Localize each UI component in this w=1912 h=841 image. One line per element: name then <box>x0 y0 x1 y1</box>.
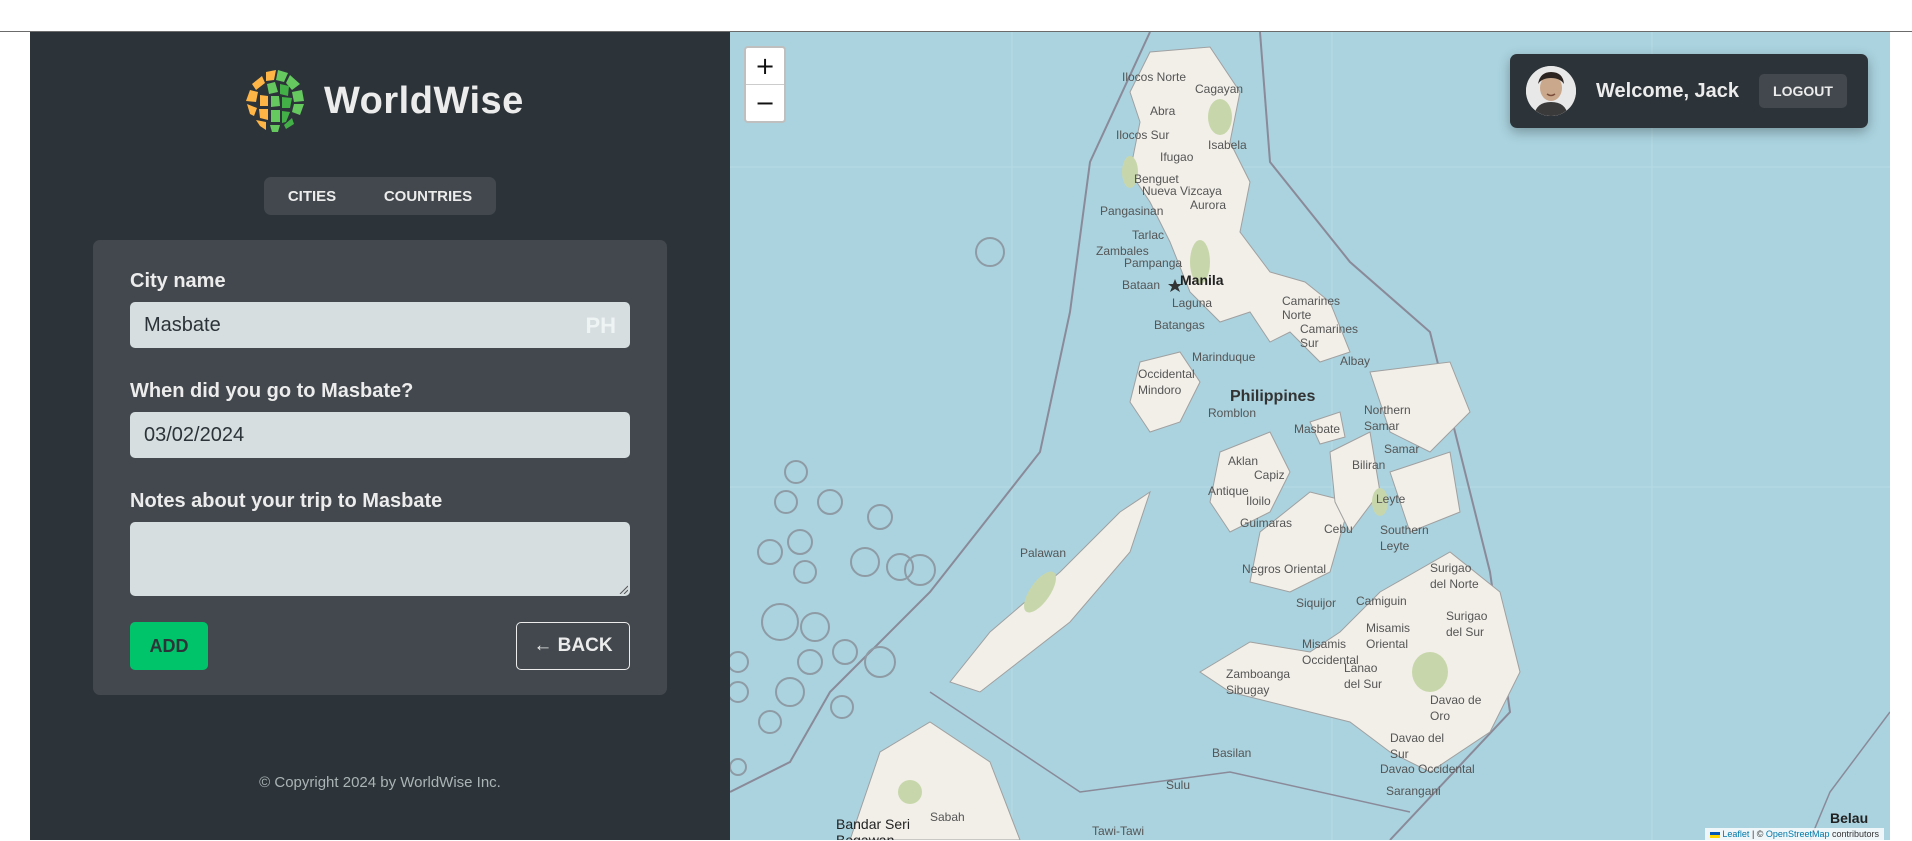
place-label: Albay <box>1340 354 1371 368</box>
notes-textarea[interactable] <box>130 522 630 596</box>
place-label: Surigao del Norte <box>1430 561 1479 591</box>
zoom-control: + − <box>744 46 786 123</box>
place-label-masbate: Masbate <box>1294 422 1341 436</box>
zoom-out-button[interactable]: − <box>746 84 784 121</box>
place-label: Aurora <box>1190 198 1227 212</box>
place-label: Pangasinan <box>1100 204 1164 218</box>
place-label: Southern Leyte <box>1380 523 1429 553</box>
browser-top-edge <box>0 0 1912 32</box>
date-input[interactable]: 03/02/2024 <box>130 412 630 458</box>
place-label: Sarangani <box>1386 784 1441 798</box>
place-label: Lanao del Sur <box>1344 661 1383 691</box>
city-name-input[interactable]: Masbate PH <box>130 302 630 348</box>
nav-cities-link[interactable]: Cities <box>276 180 348 213</box>
place-label: Abra <box>1150 104 1176 118</box>
back-button[interactable]: ← BACK <box>516 622 630 670</box>
place-label: Negros Oriental <box>1242 562 1327 576</box>
map-tiles <box>730 32 1890 840</box>
place-label: Belau <box>1830 810 1869 826</box>
leaflet-flag-icon <box>1709 831 1720 838</box>
avatar-portrait-icon <box>1526 66 1576 116</box>
nav-countries-link[interactable]: Countries <box>372 180 484 213</box>
place-label: Davao de Oro <box>1430 693 1482 723</box>
globe-logo-icon <box>243 69 307 133</box>
date-label: When did you go to Masbate? <box>130 380 414 402</box>
resize-handle-icon[interactable] <box>618 584 628 594</box>
place-label: Marinduque <box>1192 350 1256 364</box>
place-label: Antique <box>1208 484 1249 498</box>
copyright: © Copyright 2024 by WorldWise Inc. <box>259 774 501 791</box>
city-name-label: City name <box>130 270 226 292</box>
date-value: 03/02/2024 <box>144 423 245 446</box>
place-label: Camarines Sur <box>1300 322 1359 350</box>
osm-link[interactable]: OpenStreetMap <box>1766 829 1830 839</box>
place-label: Basilan <box>1212 746 1252 760</box>
app-layout: WorldWise Cities Countries City name Mas… <box>30 32 1890 840</box>
place-label: Aklan <box>1228 454 1259 468</box>
place-label: Bandar Seri Begawan <box>836 816 910 840</box>
logo[interactable]: WorldWise <box>242 68 524 134</box>
welcome-text: Welcome, Jack <box>1596 79 1740 102</box>
map-attribution: Leaflet | © OpenStreetMap contributors <box>1704 828 1884 840</box>
place-label: Siquijor <box>1296 596 1337 610</box>
place-label: Laguna <box>1172 296 1213 310</box>
place-label-capital: Manila <box>1180 272 1224 288</box>
place-label: Cagayan <box>1195 82 1244 96</box>
place-label: Biliran <box>1352 458 1386 472</box>
attribution-contributors: contributors <box>1829 829 1879 839</box>
notes-label: Notes about your trip to Masbate <box>130 490 443 512</box>
place-label: Capiz <box>1254 468 1285 482</box>
city-name-value: Masbate <box>144 313 221 336</box>
place-label: Ifugao <box>1160 150 1194 164</box>
zoom-in-button[interactable]: + <box>746 48 784 84</box>
place-label: Guimaras <box>1240 516 1293 530</box>
map[interactable]: Ilocos Norte Cagayan Abra Ilocos Sur Isa… <box>730 32 1890 840</box>
place-label: Nueva Vizcaya <box>1142 184 1222 198</box>
brand-name: WorldWise <box>324 79 524 122</box>
place-label: Iloilo <box>1246 494 1271 508</box>
place-label: Camiguin <box>1356 594 1407 608</box>
place-label: Isabela <box>1208 138 1247 152</box>
add-city-form: City name Masbate PH When did you go to … <box>93 240 667 695</box>
place-label: Ilocos Norte <box>1122 70 1187 84</box>
add-button[interactable]: ADD <box>130 622 208 670</box>
leaflet-link[interactable]: Leaflet <box>1722 829 1749 839</box>
place-label: Northern Samar <box>1364 403 1411 433</box>
country-label: Philippines <box>1230 388 1316 405</box>
place-label: Sulu <box>1166 778 1191 792</box>
place-label: Zamboanga Sibugay <box>1226 667 1291 697</box>
user-panel: Welcome, Jack Logout <box>1510 54 1868 128</box>
place-label: Occidental Mindoro <box>1138 367 1195 397</box>
place-label: Camarines Norte <box>1282 294 1341 322</box>
country-flag: PH <box>585 313 616 338</box>
place-label: Tarlac <box>1132 228 1165 242</box>
attribution-separator: | © <box>1749 829 1766 839</box>
app-nav: Cities Countries <box>264 177 496 215</box>
place-label: Davao del Sur <box>1390 731 1445 761</box>
place-label: Batangas <box>1154 318 1205 332</box>
place-label: Misamis Oriental <box>1366 621 1410 651</box>
user-avatar <box>1526 66 1576 116</box>
place-label: Romblon <box>1208 406 1257 420</box>
place-label: Palawan <box>1020 546 1067 560</box>
place-label: Tawi-Tawi <box>1092 824 1145 838</box>
place-label: Ilocos Sur <box>1116 128 1170 142</box>
place-label: Cebu <box>1324 522 1353 536</box>
place-label: Leyte <box>1376 492 1406 506</box>
place-label: Surigao del Sur <box>1446 609 1488 639</box>
logout-button[interactable]: Logout <box>1759 74 1847 108</box>
place-label: Davao Occidental <box>1380 762 1475 776</box>
sidebar: WorldWise Cities Countries City name Mas… <box>30 32 730 840</box>
place-label: Bataan <box>1122 278 1161 292</box>
place-label: Samar <box>1384 442 1420 456</box>
place-label: Pampanga <box>1124 256 1183 270</box>
